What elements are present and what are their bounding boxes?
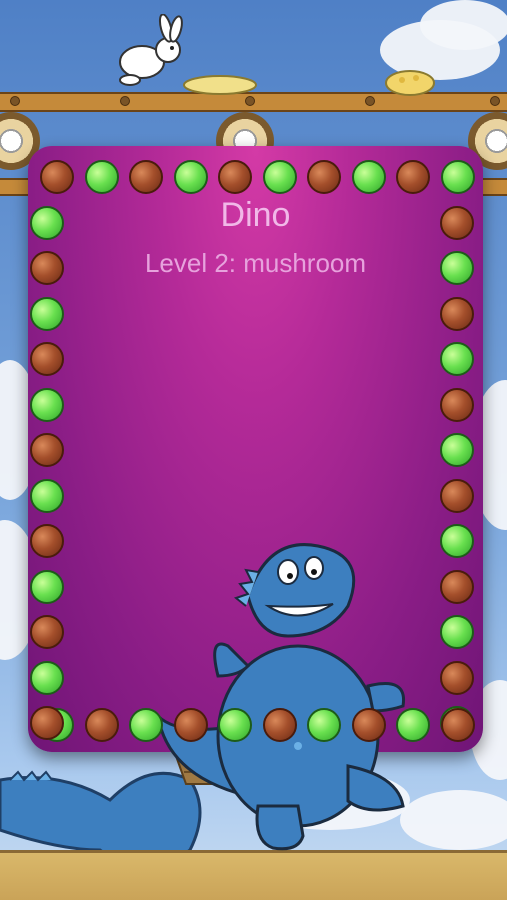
bolt	[245, 96, 255, 106]
green-bead	[30, 478, 64, 513]
level-card[interactable]: Dino Level 2: mushroom	[28, 146, 483, 851]
brown-bead	[307, 160, 341, 194]
green-bead	[440, 433, 474, 467]
green-bead	[30, 387, 64, 422]
green-bead	[440, 160, 475, 194]
green-bead	[262, 160, 297, 194]
brown-bead	[440, 296, 474, 331]
bolt	[120, 96, 130, 106]
brown-bead	[30, 615, 64, 649]
brown-bead	[84, 708, 119, 742]
ground	[0, 850, 507, 900]
green-bead	[30, 660, 64, 695]
green-bead	[84, 160, 119, 194]
green-bead	[30, 296, 64, 331]
green-bead	[307, 708, 341, 742]
green-bead	[440, 251, 474, 285]
brown-bead	[40, 160, 74, 194]
bread-icon	[183, 75, 257, 95]
brown-bead	[173, 708, 208, 742]
brown-bead	[30, 524, 64, 558]
bolt	[365, 96, 375, 106]
brown-bead	[262, 708, 297, 742]
mushroom-icon	[385, 70, 435, 96]
green-bead	[351, 160, 386, 194]
green-bead	[30, 569, 64, 604]
cloud	[420, 0, 507, 50]
brown-bead	[440, 478, 474, 513]
card-title: Dino	[220, 196, 291, 234]
green-bead	[440, 342, 474, 376]
green-bead	[173, 160, 208, 194]
brown-bead	[30, 251, 64, 285]
brown-bead	[440, 205, 474, 240]
green-bead	[218, 708, 252, 742]
green-bead	[396, 708, 430, 742]
green-bead	[30, 205, 64, 240]
brown-bead	[30, 433, 64, 467]
green-bead	[440, 524, 474, 558]
dino-character	[155, 543, 406, 851]
brown-bead	[396, 160, 430, 194]
level-subtitle: Level 2: mushroom	[144, 248, 367, 278]
bolt	[10, 96, 20, 106]
brown-bead	[440, 660, 474, 695]
bolt	[490, 96, 500, 106]
rabbit-icon	[119, 14, 183, 86]
green-bead	[440, 615, 474, 649]
brown-bead	[30, 342, 64, 376]
brown-bead	[129, 160, 163, 194]
brown-bead	[351, 708, 386, 742]
brown-bead	[440, 387, 474, 422]
brown-bead	[440, 708, 475, 742]
brown-bead	[218, 160, 252, 194]
green-bead	[129, 708, 163, 742]
cloud	[400, 790, 507, 850]
brown-bead	[440, 569, 474, 604]
brown-bead	[30, 706, 64, 740]
